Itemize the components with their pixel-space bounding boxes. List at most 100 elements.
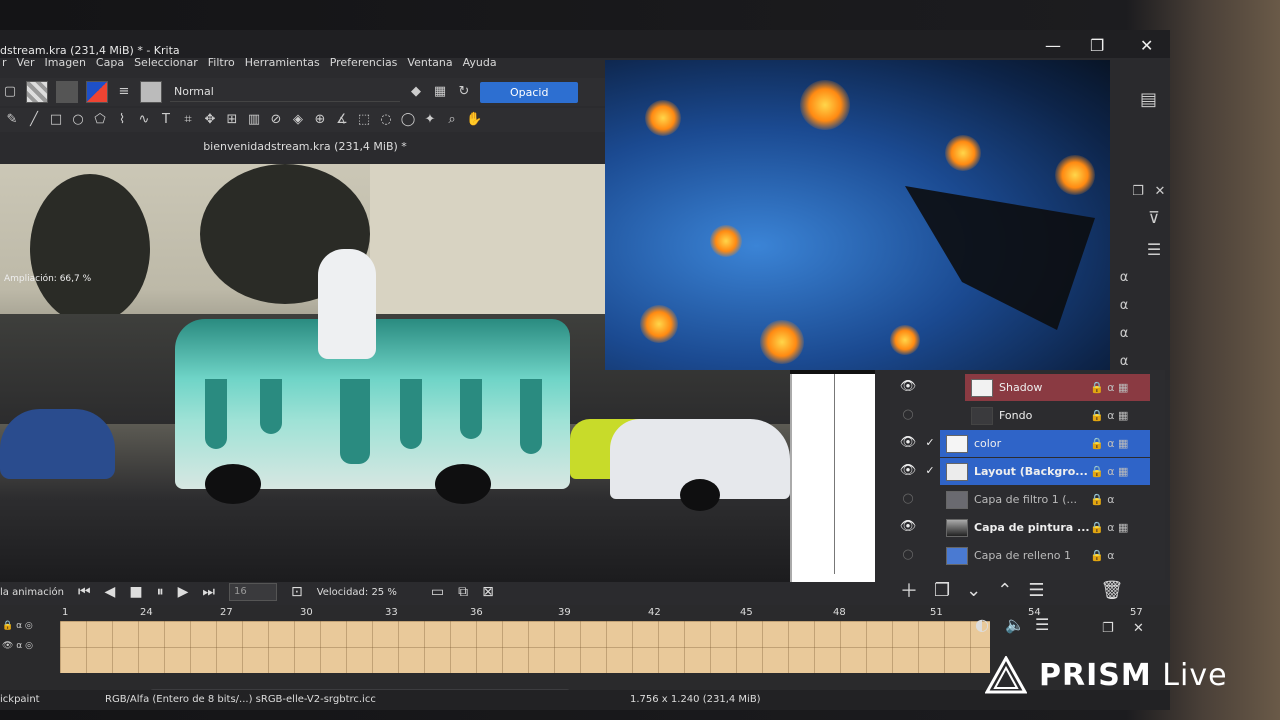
layer-properties-icon[interactable]: ☰: [1028, 580, 1044, 601]
menu-item-herramientas[interactable]: Herramientas: [245, 56, 320, 74]
eye-icon[interactable]: 👁: [896, 463, 920, 478]
audio-icon[interactable]: ◐: [975, 615, 989, 634]
layer-flags[interactable]: 🔒 α: [1090, 493, 1150, 506]
no-keyframe-icon[interactable]: ⊠: [482, 584, 494, 600]
pattern-swatch[interactable]: [56, 81, 78, 103]
polygon-tool-icon[interactable]: ⬠: [92, 112, 108, 128]
polyline-tool-icon[interactable]: ⌇: [114, 112, 130, 128]
freehand-brush-icon[interactable]: ✎: [4, 112, 20, 128]
reload-icon[interactable]: ↻: [456, 84, 472, 100]
layer-flags[interactable]: 🔒 α: [1090, 549, 1150, 562]
minimize-button[interactable]: —: [1045, 36, 1061, 55]
document-tab[interactable]: bienvenidadstream.kra (231,4 MiB) *: [0, 140, 610, 160]
filter-icon[interactable]: ⊽: [1146, 210, 1162, 226]
brush-presets-icon[interactable]: ≡: [116, 84, 132, 100]
stop-icon[interactable]: ■: [129, 584, 142, 600]
layer-row-fill[interactable]: Capa de relleno 1 🔒 α: [940, 542, 1150, 569]
onion-skin-icon[interactable]: ▭: [431, 584, 444, 600]
gradient-tool-icon[interactable]: ▥: [246, 112, 262, 128]
pan-tool-icon[interactable]: ✋: [466, 112, 482, 128]
magic-wand-icon[interactable]: ✦: [422, 112, 438, 128]
ellipse-select-icon[interactable]: ◌: [378, 112, 394, 128]
bezier-tool-icon[interactable]: ∿: [136, 112, 152, 128]
brush-preview[interactable]: [140, 81, 162, 103]
color-swatch[interactable]: [86, 81, 108, 103]
play-icon[interactable]: ▶: [178, 584, 189, 600]
line-tool-icon[interactable]: ╱: [26, 112, 42, 128]
layer-row-layout[interactable]: Layout (Backgro... 🔒 α ▦: [940, 458, 1150, 485]
layer-flags[interactable]: 🔒 α ▦: [1090, 465, 1150, 478]
drop-frames-icon[interactable]: ⊡: [291, 584, 303, 600]
last-frame-icon[interactable]: ⏭: [202, 584, 215, 600]
check-icon[interactable]: ✓: [920, 464, 940, 477]
new-document-icon[interactable]: ▢: [2, 84, 18, 100]
menu-item-filtro[interactable]: Filtro: [208, 56, 235, 74]
lasso-select-icon[interactable]: ◯: [400, 112, 416, 128]
blend-mode-select[interactable]: Normal: [170, 82, 400, 102]
layer-flags[interactable]: 🔒 α ▦: [1090, 437, 1150, 450]
rect-select-icon[interactable]: ⬚: [356, 112, 372, 128]
move-down-icon[interactable]: ⌄: [966, 580, 981, 601]
layer-row-shadow[interactable]: Shadow 🔒 α ▦: [965, 374, 1150, 401]
ellipse-tool-icon[interactable]: ○: [70, 112, 86, 128]
close-panel-icon[interactable]: ✕: [1152, 184, 1168, 200]
close-button[interactable]: ✕: [1140, 36, 1153, 55]
color-picker-icon[interactable]: ⊘: [268, 112, 284, 128]
timeline-menu-icon[interactable]: ☰: [1035, 615, 1049, 634]
menu-item-preferencias[interactable]: Preferencias: [330, 56, 398, 74]
keyframe-grid[interactable]: [60, 621, 990, 673]
measure-tool-icon[interactable]: ∡: [334, 112, 350, 128]
menu-item-ventana[interactable]: Ventana: [407, 56, 452, 74]
eye-hidden-icon[interactable]: ○: [896, 491, 920, 506]
menu-item-ver[interactable]: Ver: [17, 56, 35, 74]
layer-row-filter[interactable]: Capa de filtro 1 (... 🔒 α: [940, 486, 1150, 513]
menu-item-imagen[interactable]: Imagen: [45, 56, 86, 74]
eye-icon[interactable]: 👁: [896, 379, 920, 394]
eye-hidden-icon[interactable]: ○: [896, 407, 920, 422]
close-timeline-icon[interactable]: ✕: [1133, 621, 1144, 636]
rectangle-tool-icon[interactable]: □: [48, 112, 64, 128]
layout-icon[interactable]: ▤: [1140, 91, 1157, 109]
assistant-tool-icon[interactable]: ⊕: [312, 112, 328, 128]
float-panel-icon[interactable]: ❐: [1130, 184, 1146, 200]
gradient-swatch[interactable]: [26, 81, 48, 103]
menu-icon[interactable]: ☰: [1146, 242, 1162, 258]
volume-icon[interactable]: 🔈: [1005, 615, 1025, 634]
delete-layer-icon[interactable]: 🗑: [1100, 580, 1123, 601]
move-tool-icon[interactable]: ✥: [202, 112, 218, 128]
layer-flags[interactable]: 🔒 α ▦: [1090, 409, 1150, 422]
menu-item-seleccionar[interactable]: Seleccionar: [134, 56, 198, 74]
maximize-button[interactable]: ❐: [1090, 36, 1104, 55]
copy-frames-icon[interactable]: ⧉: [458, 584, 468, 600]
alpha-icon[interactable]: α: [1116, 326, 1132, 342]
layer-row-paint[interactable]: Capa de pintura ... 🔒 α ▦: [940, 514, 1150, 541]
text-tool-icon[interactable]: T: [158, 112, 174, 128]
crop-tool-icon[interactable]: ⌗: [180, 112, 196, 128]
opacity-slider[interactable]: Opacid: [480, 81, 579, 103]
alpha-icon[interactable]: α: [1116, 354, 1132, 370]
eye-icon[interactable]: 👁: [896, 519, 920, 534]
eye-hidden-icon[interactable]: ○: [896, 547, 920, 562]
add-layer-icon[interactable]: ＋: [900, 577, 918, 603]
first-frame-icon[interactable]: ⏮: [78, 584, 91, 600]
eraser-icon[interactable]: ◆: [408, 84, 424, 100]
duplicate-layer-icon[interactable]: ❐: [934, 580, 950, 601]
layer-row-fondo[interactable]: Fondo 🔒 α ▦: [965, 402, 1150, 429]
layer-row-color[interactable]: color 🔒 α ▦: [940, 430, 1150, 457]
menu-item-capa[interactable]: Capa: [96, 56, 124, 74]
fill-tool-icon[interactable]: ◈: [290, 112, 306, 128]
eye-icon[interactable]: 👁: [896, 435, 920, 450]
float-timeline-icon[interactable]: ❐: [1102, 621, 1114, 636]
alpha-icon[interactable]: α: [1116, 270, 1132, 286]
timeline-row-icons[interactable]: 🔒 α ◎ 👁 α ◎: [2, 621, 60, 673]
layer-flags[interactable]: 🔒 α ▦: [1090, 381, 1150, 394]
check-icon[interactable]: ✓: [920, 436, 940, 449]
layer-flags[interactable]: 🔒 α ▦: [1090, 521, 1150, 534]
transform-tool-icon[interactable]: ⊞: [224, 112, 240, 128]
prev-frame-icon[interactable]: ◀: [105, 584, 116, 600]
alpha-icon[interactable]: α: [1116, 298, 1132, 314]
alpha-lock-icon[interactable]: ▦: [432, 84, 448, 100]
speed-field[interactable]: Velocidad: 25 %: [317, 587, 397, 598]
current-frame-field[interactable]: 16: [228, 583, 277, 601]
menu-item-ayuda[interactable]: Ayuda: [463, 56, 497, 74]
